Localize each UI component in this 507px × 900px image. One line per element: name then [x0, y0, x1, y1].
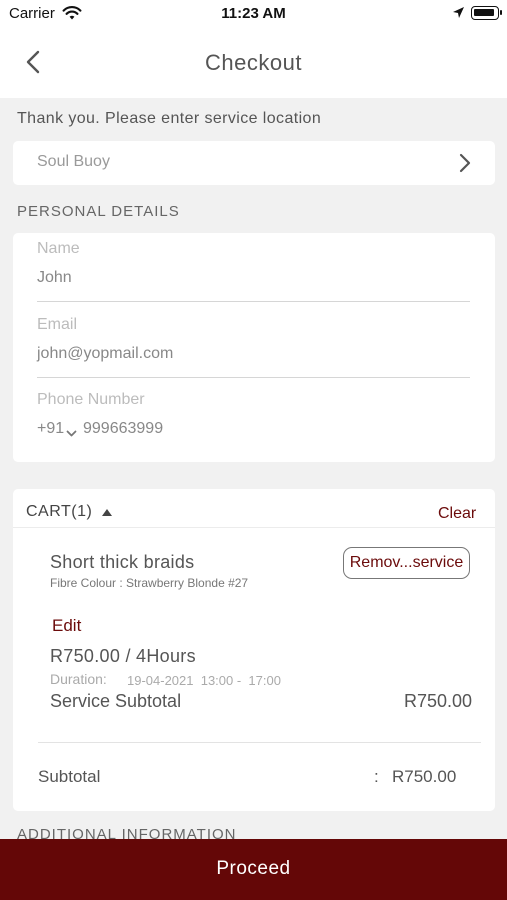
phone-field[interactable]: 999663999 — [83, 420, 163, 438]
status-bar: Carrier 11:23 AM — [0, 0, 507, 28]
clear-cart-button[interactable]: Clear — [438, 505, 476, 523]
country-code-selector[interactable]: +91 — [37, 420, 64, 438]
email-field[interactable]: john@yopmail.com — [37, 345, 173, 363]
name-field[interactable]: John — [37, 269, 72, 287]
page-title: Checkout — [205, 50, 302, 75]
chevron-down-icon — [66, 425, 77, 443]
duration-value: 19-04-2021 13:00 - 17:00 — [127, 673, 281, 688]
service-location-selector[interactable]: Soul Buoy — [13, 141, 495, 185]
clock: 11:23 AM — [221, 5, 286, 22]
personal-details-heading: PERSONAL DETAILS — [17, 203, 180, 220]
service-location-value: Soul Buoy — [37, 153, 110, 170]
location-arrow-icon — [452, 6, 465, 24]
service-fibre-colour: Fibre Colour : Strawberry Blonde #27 — [50, 576, 249, 590]
cart-toggle[interactable]: CART(1) — [26, 503, 92, 521]
service-subtotal-label: Service Subtotal — [50, 691, 182, 711]
service-price: R750.00 / 4Hours — [50, 646, 196, 666]
service-name: Short thick braids — [50, 552, 195, 572]
email-label: Email — [37, 316, 78, 333]
proceed-button[interactable]: Proceed — [0, 839, 507, 900]
cart-item-divider — [38, 742, 481, 743]
edit-service-button[interactable]: Edit — [52, 616, 81, 636]
nav-bar: Checkout — [0, 28, 507, 98]
subtotal-colon: : — [374, 767, 379, 786]
service-subtotal-value: R750.00 — [404, 691, 473, 711]
battery-icon — [471, 6, 502, 20]
chevron-right-icon — [457, 152, 473, 179]
caret-up-icon — [102, 509, 112, 516]
name-underline — [37, 301, 470, 302]
subtotal-label: Subtotal — [38, 767, 101, 786]
remove-service-button[interactable]: Remov...service — [343, 547, 470, 579]
email-underline — [37, 377, 470, 378]
name-label: Name — [37, 240, 80, 257]
location-prompt: Thank you. Please enter service location — [17, 110, 322, 127]
cart-header-divider — [13, 527, 495, 528]
subtotal-value: R750.00 — [392, 767, 457, 786]
phone-label: Phone Number — [37, 391, 145, 408]
duration-label: Duration: — [50, 671, 107, 687]
